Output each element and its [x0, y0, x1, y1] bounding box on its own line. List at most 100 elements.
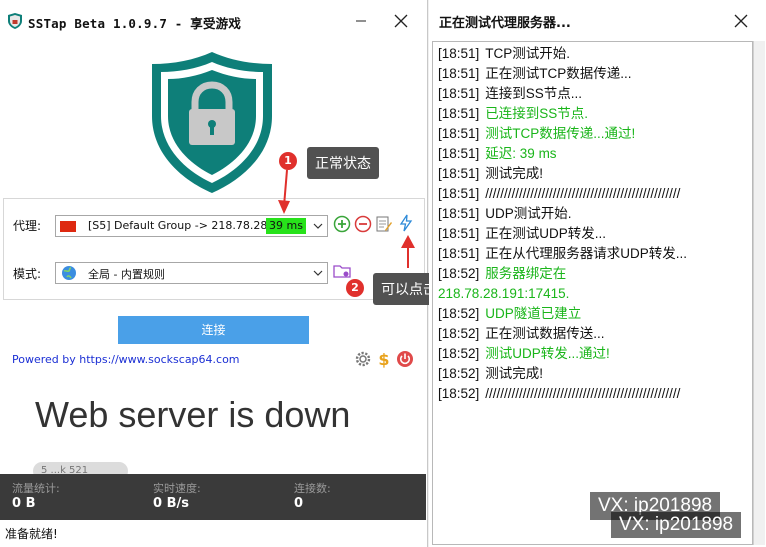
log-message: ////////////////////////////////////////…: [485, 186, 681, 201]
shield-lock-logo: [152, 52, 272, 193]
log-message: 服务器绑定在: [485, 266, 567, 281]
log-timestamp: [18:51]: [438, 206, 480, 221]
powered-by-link[interactable]: Powered by https://www.sockscap64.com: [12, 353, 240, 366]
log-timestamp: [18:52]: [438, 266, 480, 281]
annotation-2-badge: 2: [346, 279, 364, 297]
log-line: 218.78.28.191:17415.: [438, 284, 752, 304]
test-close-button[interactable]: [725, 6, 757, 36]
log-message: UDP隧道已建立: [485, 306, 582, 321]
shield-app-icon: [8, 13, 22, 29]
web-server-message: Web server is down: [35, 394, 351, 435]
chevron-down-icon: [313, 223, 323, 229]
log-line: [18:52] /////////////////////////////////…: [438, 384, 752, 404]
log-timestamp: [18:51]: [438, 246, 480, 261]
log-message: 正在测试数据传送...: [485, 326, 605, 341]
gear-icon[interactable]: [354, 350, 372, 368]
svg-text:$: $: [378, 350, 389, 368]
log-message: 连接到SS节点...: [485, 86, 583, 101]
log-timestamp: [18:51]: [438, 86, 480, 101]
log-line: [18:51] 正在测试TCP数据传递...: [438, 64, 752, 84]
sstap-main-window: SSTap Beta 1.0.9.7 - 享受游戏 代理: [S5] Defau…: [0, 0, 473, 547]
traffic-label: 流量统计:: [12, 482, 60, 495]
test-log: [18:51] TCP测试开始. [18:51] 正在测试TCP数据传递... [18:…: [432, 41, 753, 545]
log-line: [18:51] /////////////////////////////////…: [438, 184, 752, 204]
china-flag-icon: [60, 221, 76, 232]
log-line: [18:51] 正在从代理服务器请求UDP转发...: [438, 244, 752, 264]
log-message: 测试完成!: [485, 366, 544, 381]
log-timestamp: [18:51]: [438, 126, 480, 141]
log-timestamp: [18:51]: [438, 186, 480, 201]
close-button[interactable]: [385, 6, 417, 36]
log-scrollbar[interactable]: [753, 41, 765, 545]
log-timestamp: [18:52]: [438, 366, 480, 381]
remove-proxy-icon[interactable]: [354, 215, 372, 233]
log-timestamp: [18:51]: [438, 166, 480, 181]
add-proxy-icon[interactable]: [333, 215, 351, 233]
globe-icon: [62, 266, 76, 280]
log-message: 延迟: 39 ms: [485, 146, 557, 161]
log-timestamp: [18:51]: [438, 106, 480, 121]
log-message: UDP测试开始.: [485, 206, 572, 221]
edit-proxy-icon[interactable]: [375, 215, 393, 233]
proxy-select-value: [S5] Default Group -> 218.78.28...: [88, 219, 278, 232]
log-message: 测试TCP数据传递...通过!: [485, 126, 636, 141]
test-window-title: 正在测试代理服务器...: [439, 16, 571, 31]
annotation-2-arrow-icon: [401, 235, 415, 268]
traffic-value: 0 B: [12, 496, 36, 511]
log-line: [18:51] TCP测试开始.: [438, 44, 752, 64]
mode-select[interactable]: 全局 - 内置规则: [55, 262, 328, 284]
log-message: ////////////////////////////////////////…: [485, 386, 681, 401]
log-line: [18:52] 测试UDP转发...通过!: [438, 344, 752, 364]
log-message: TCP测试开始.: [485, 46, 571, 61]
log-timestamp: [18:51]: [438, 146, 480, 161]
test-lightning-icon[interactable]: [397, 214, 415, 232]
log-message: 已连接到SS节点.: [485, 106, 589, 121]
log-line: [18:52] 服务器绑定在: [438, 264, 752, 284]
log-timestamp: [18:52]: [438, 306, 480, 321]
watermark-bottom: VX: ip201898: [611, 512, 742, 538]
mode-label: 模式:: [13, 267, 42, 281]
chevron-down-icon: [313, 270, 323, 276]
proxy-test-window: 正在测试代理服务器... [18:51] TCP测试开始. [18:51] 正在测试T…: [429, 0, 766, 547]
log-timestamp: [18:51]: [438, 66, 480, 81]
stats-bar: 流量统计: 0 B 实时速度: 0 B/s 连接数: 0: [0, 474, 426, 520]
minimize-button[interactable]: [345, 6, 377, 36]
log-line: [18:51] 延迟: 39 ms: [438, 144, 752, 164]
log-line: [18:51] 测试TCP数据传递...通过!: [438, 124, 752, 144]
window-title: SSTap Beta 1.0.9.7 - 享受游戏: [28, 16, 242, 31]
log-message: 正在测试TCP数据传递...: [485, 66, 632, 81]
log-timestamp: [18:52]: [438, 326, 480, 341]
log-line: [18:51] 连接到SS节点...: [438, 84, 752, 104]
log-message: 测试完成!: [485, 166, 544, 181]
log-line: [18:51] UDP测试开始.: [438, 204, 752, 224]
power-icon[interactable]: [396, 350, 414, 368]
log-message: 218.78.28.191:17415.: [438, 286, 570, 301]
proxy-select[interactable]: [S5] Default Group -> 218.78.28... 39 ms: [55, 215, 328, 237]
log-message: 正在测试UDP转发...: [485, 226, 607, 241]
log-line: [18:52] UDP隧道已建立: [438, 304, 752, 324]
speed-value: 0 B/s: [153, 496, 189, 511]
log-line: [18:52] 测试完成!: [438, 364, 752, 384]
speed-label: 实时速度:: [153, 482, 201, 495]
log-line: [18:51] 正在测试UDP转发...: [438, 224, 752, 244]
status-text: 准备就绪!: [5, 527, 58, 541]
close-icon: [394, 14, 408, 28]
close-icon: [734, 14, 748, 28]
donate-dollar-icon[interactable]: $: [375, 350, 393, 368]
proxy-label: 代理:: [13, 219, 42, 233]
status-bar: 准备就绪!: [0, 520, 426, 547]
rules-folder-icon[interactable]: [333, 262, 351, 280]
log-line: [18:51] 已连接到SS节点.: [438, 104, 752, 124]
connect-button[interactable]: 连接: [118, 316, 309, 344]
minimize-icon: [356, 20, 366, 22]
mode-select-value: 全局 - 内置规则: [88, 268, 165, 281]
log-line: [18:51] 测试完成!: [438, 164, 752, 184]
log-message: 测试UDP转发...通过!: [485, 346, 610, 361]
log-timestamp: [18:51]: [438, 226, 480, 241]
annotation-1-arrow-icon: [278, 169, 290, 214]
ping-badge: 39 ms: [266, 218, 306, 234]
connections-label: 连接数:: [294, 482, 331, 495]
title-bar: SSTap Beta 1.0.9.7 - 享受游戏: [0, 0, 427, 42]
log-timestamp: [18:52]: [438, 386, 480, 401]
log-line: [18:52] 正在测试数据传送...: [438, 324, 752, 344]
